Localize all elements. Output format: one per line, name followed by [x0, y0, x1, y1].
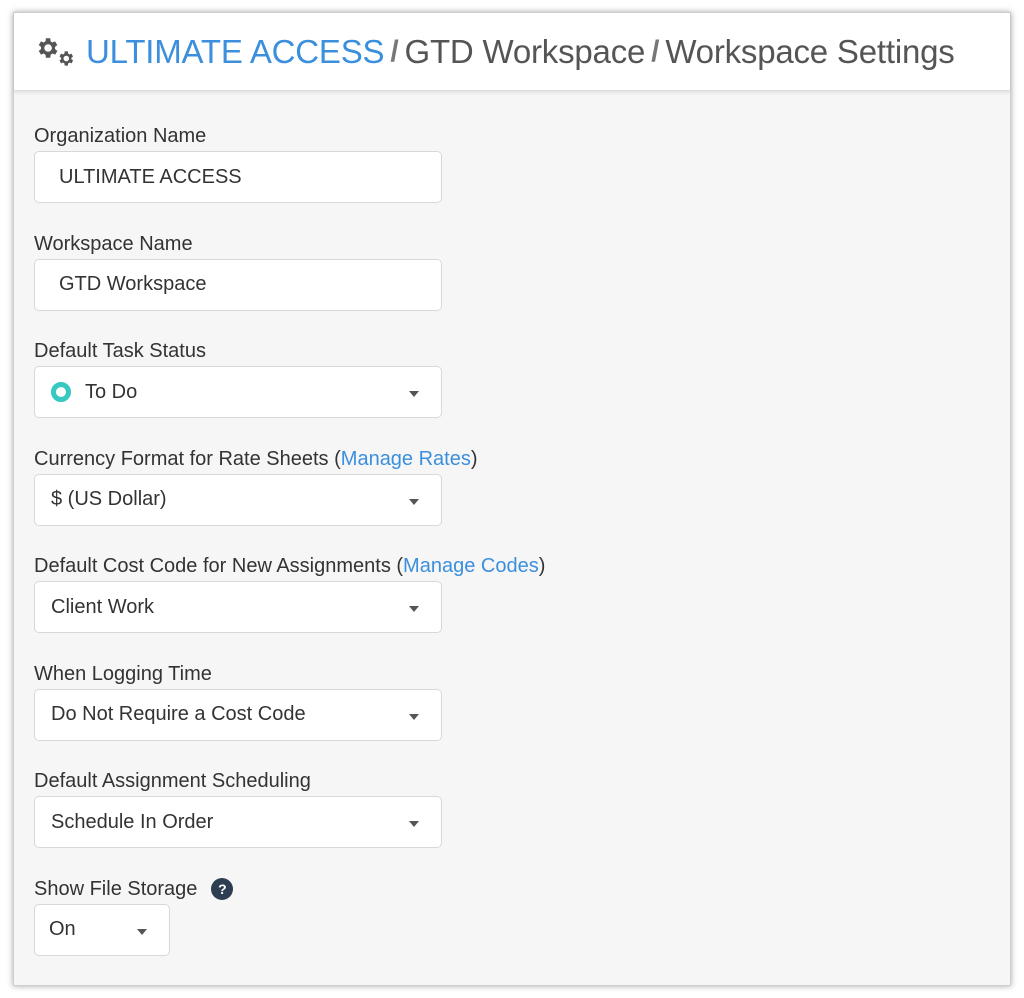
logging-time-label: When Logging Time [34, 662, 212, 685]
caret-down-icon [409, 391, 419, 397]
settings-panel: ULTIMATE ACCESS / GTD Workspace / Worksp… [13, 12, 1011, 986]
currency-format-group: Currency Format for Rate Sheets (Manage … [34, 444, 1010, 552]
page-header: ULTIMATE ACCESS / GTD Workspace / Worksp… [14, 13, 1010, 91]
file-storage-value: On [49, 918, 76, 940]
caret-down-icon [409, 713, 419, 720]
currency-format-label-suffix: ) [470, 447, 478, 470]
caret-down-icon [137, 928, 147, 935]
currency-format-value: $ (US Dollar) [51, 488, 167, 510]
logging-time-select[interactable]: Do Not Require a Cost Code [34, 688, 442, 741]
assignment-scheduling-group: Default Assignment Scheduling Schedule I… [34, 766, 1010, 874]
status-circle-icon [51, 382, 71, 402]
default-cost-code-label-suffix: ) [538, 555, 546, 577]
default-task-status-label: Default Task Status [34, 340, 206, 362]
workspace-name-input[interactable]: GTD Workspace [34, 258, 442, 311]
file-storage-group: Show File Storage ? On [34, 874, 1010, 982]
gears-icon [34, 35, 78, 69]
default-cost-code-value: Client Work [51, 595, 154, 618]
file-storage-select[interactable]: On [34, 903, 170, 956]
logging-time-value: Do Not Require a Cost Code [51, 703, 306, 725]
default-cost-code-label: Default Cost Code for New Assignments (M… [34, 551, 1010, 581]
caret-down-icon [409, 498, 419, 505]
file-storage-label: Show File Storage ? [34, 874, 1010, 904]
default-cost-code-group: Default Cost Code for New Assignments (M… [34, 551, 1010, 659]
assignment-scheduling-select[interactable]: Schedule In Order [34, 796, 442, 848]
currency-format-label: Currency Format for Rate Sheets (Manage … [34, 444, 1010, 474]
manage-codes-link[interactable]: Manage Codes [403, 554, 539, 578]
breadcrumb-organization[interactable]: ULTIMATE ACCESS [86, 33, 385, 71]
workspace-name-label: Workspace Name [34, 232, 193, 255]
breadcrumb-separator: / [651, 34, 660, 68]
assignment-scheduling-value: Schedule In Order [51, 810, 214, 833]
file-storage-label-text: Show File Storage [34, 877, 198, 900]
default-task-status-select[interactable]: To Do [34, 366, 442, 418]
assignment-scheduling-label: Default Assignment Scheduling [34, 770, 311, 792]
manage-rates-link[interactable]: Manage Rates [341, 447, 471, 471]
default-task-status-group: Default Task Status To Do [34, 336, 1010, 444]
settings-form: Organization Name ULTIMATE ACCESS Worksp… [14, 91, 1010, 981]
caret-down-icon [409, 821, 419, 827]
help-icon[interactable]: ? [211, 877, 234, 900]
logging-time-group: When Logging Time Do Not Require a Cost … [34, 659, 1010, 767]
breadcrumb-separator: / [390, 34, 399, 68]
default-cost-code-label-text: Default Cost Code for New Assignments ( [34, 555, 404, 577]
default-task-status-value: To Do [85, 380, 138, 403]
organization-name-label: Organization Name [34, 125, 207, 147]
workspace-name-group: Workspace Name GTD Workspace [34, 229, 1010, 337]
page-title: Workspace Settings [665, 32, 955, 70]
caret-down-icon [409, 606, 419, 612]
currency-format-label-text: Currency Format for Rate Sheets ( [34, 447, 341, 470]
breadcrumb-workspace: GTD Workspace [404, 32, 646, 70]
currency-format-select[interactable]: $ (US Dollar) [34, 473, 442, 526]
default-cost-code-select[interactable]: Client Work [34, 581, 442, 633]
organization-name-input[interactable]: ULTIMATE ACCESS [34, 151, 442, 203]
organization-name-group: Organization Name ULTIMATE ACCESS [34, 121, 1010, 229]
